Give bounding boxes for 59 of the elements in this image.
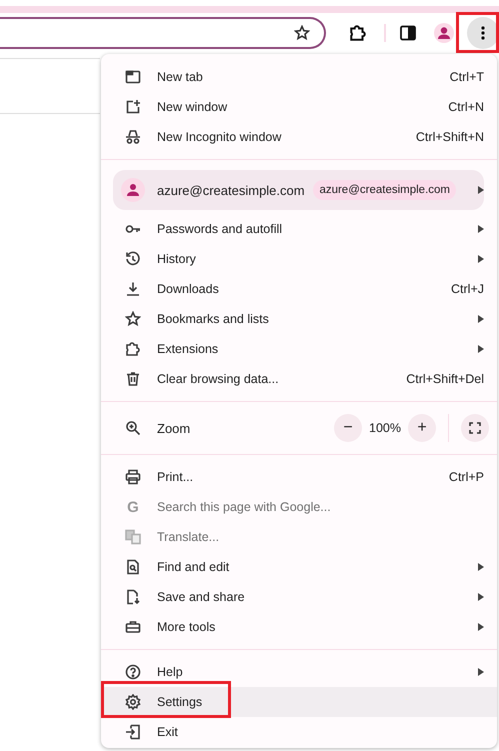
tab-icon: [125, 69, 141, 85]
zoom-icon: [125, 420, 141, 436]
download-icon: [125, 281, 141, 297]
avatar-icon: [126, 183, 140, 197]
menu-item[interactable]: Downloads Ctrl+J: [101, 274, 497, 304]
menu-item[interactable]: Extensions: [101, 334, 497, 364]
menu-item[interactable]: Help: [101, 657, 497, 687]
help-icon: [125, 664, 141, 680]
submenu-arrow-icon: [478, 345, 484, 353]
translate-icon: [125, 529, 141, 545]
submenu-arrow-icon: [478, 255, 484, 263]
exit-icon: [125, 724, 141, 740]
menu-item[interactable]: Passwords and autofill: [101, 214, 497, 244]
submenu-arrow-icon: [478, 186, 484, 194]
trash-icon: [125, 371, 141, 387]
submenu-arrow-icon: [478, 225, 484, 233]
fullscreen-button[interactable]: [461, 414, 489, 442]
toolbox-icon: [125, 619, 141, 635]
menu-item[interactable]: Print... Ctrl+P: [101, 462, 497, 492]
menu-button[interactable]: [467, 17, 499, 49]
puzzle-icon[interactable]: [349, 24, 368, 42]
submenu-arrow-icon: [478, 668, 484, 676]
find-in-page-icon: [125, 559, 141, 575]
history-icon: [125, 251, 141, 267]
bookmark-star-icon: [294, 25, 310, 41]
printer-icon: [125, 469, 141, 485]
zoom-level: 100%: [368, 421, 402, 435]
new-window-icon: [125, 99, 141, 115]
menu-item[interactable]: Clear browsing data... Ctrl+Shift+Del: [101, 364, 497, 394]
profile-item[interactable]: azure@createsimple.com azure@createsimple.com: [113, 170, 484, 210]
menu-item[interactable]: Find and edit: [101, 552, 497, 582]
menu-item[interactable]: History: [101, 244, 497, 274]
submenu-arrow-icon: [478, 593, 484, 601]
submenu-arrow-icon: [478, 623, 484, 631]
zoom-in-button[interactable]: +: [408, 414, 436, 442]
menu-item[interactable]: New tab Ctrl+T: [101, 62, 497, 92]
address-bar[interactable]: [0, 17, 326, 49]
avatar-icon[interactable]: [434, 23, 454, 43]
submenu-arrow-icon: [478, 563, 484, 571]
menu-item[interactable]: Bookmarks and lists: [101, 304, 497, 334]
account-chip: azure@createsimple.com: [313, 180, 456, 200]
side-panel-icon[interactable]: [400, 25, 416, 41]
menu-label: Zoom: [157, 420, 192, 436]
save-page-icon: [125, 589, 141, 605]
menu-item[interactable]: Exit: [101, 717, 497, 747]
menu-item[interactable]: New window Ctrl+N: [101, 92, 497, 122]
star-icon: [125, 311, 141, 327]
incognito-icon: [125, 129, 141, 145]
puzzle-icon: [125, 341, 141, 357]
fullscreen-icon: [469, 422, 481, 434]
menu-item[interactable]: Save and share: [101, 582, 497, 612]
menu-item[interactable]: Settings: [101, 687, 497, 717]
submenu-arrow-icon: [478, 315, 484, 323]
menu-item[interactable]: More tools: [101, 612, 497, 642]
more-icon: [481, 26, 486, 40]
letter-g-icon: G: [125, 498, 141, 516]
zoom-out-button[interactable]: −: [334, 414, 362, 442]
settings-icon: [125, 694, 141, 710]
menu-item[interactable]: New Incognito window Ctrl+Shift+N: [101, 122, 497, 152]
